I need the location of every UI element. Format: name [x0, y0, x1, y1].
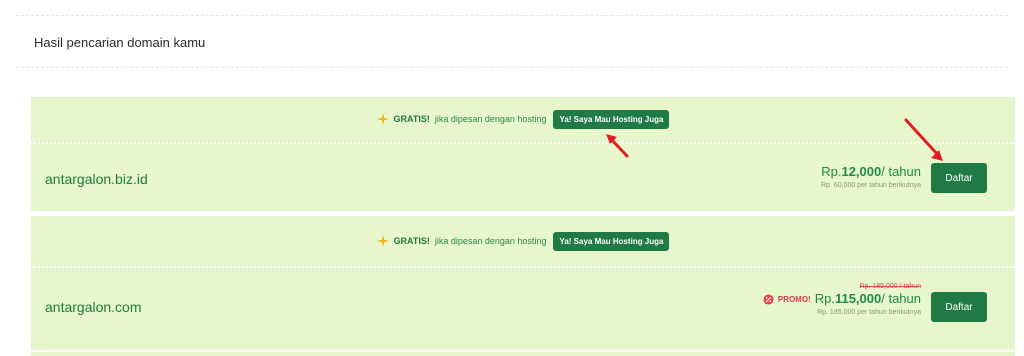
price: PROMO! Rp.115,000/ tahun — [763, 291, 921, 306]
domain-name: antargalon.com — [45, 299, 142, 315]
sparkle-icon — [376, 113, 389, 125]
free-label: GRATIS! — [393, 236, 430, 246]
domain-card — [31, 352, 1015, 356]
price-block: Rp. 185,000 / tahun PROMO! Rp.115,000/ t… — [763, 283, 921, 316]
renewal-price: Rp. 60,000 per tahun berikutnya — [820, 182, 921, 189]
card-divider — [31, 142, 1015, 144]
price: Rp.12,000/ tahun — [821, 164, 921, 179]
results-title: Hasil pencarian domain kamu — [34, 35, 206, 50]
free-text: jika dipesan dengan hosting — [434, 236, 547, 246]
domain-card: GRATIS! jika dipesan dengan hosting Ya! … — [31, 216, 1015, 350]
hosting-promo-bar: GRATIS! jika dipesan dengan hosting Ya! … — [31, 108, 1015, 130]
hosting-promo-bar: GRATIS! jika dipesan dengan hosting Ya! … — [31, 230, 1015, 252]
free-text: jika dipesan dengan hosting — [434, 114, 547, 124]
register-button[interactable]: Daftar — [931, 292, 987, 322]
domain-name: antargalon.biz.id — [45, 171, 148, 187]
promo-badge-icon — [763, 294, 774, 305]
price-block: Rp.12,000/ tahun Rp. 60,000 per tahun be… — [821, 164, 921, 189]
title-divider — [16, 67, 1008, 68]
promo-badge: PROMO! — [763, 294, 811, 305]
top-divider — [16, 15, 1008, 16]
original-price: Rp. 185,000 / tahun — [859, 283, 922, 290]
register-button[interactable]: Daftar — [931, 163, 987, 193]
renewal-price: Rp. 185,000 per tahun berikutnya — [817, 309, 921, 316]
sparkle-icon — [376, 235, 389, 247]
add-hosting-button[interactable]: Ya! Saya Mau Hosting Juga — [553, 109, 670, 129]
card-divider — [31, 266, 1015, 268]
domain-card: GRATIS! jika dipesan dengan hosting Ya! … — [31, 97, 1015, 211]
add-hosting-button[interactable]: Ya! Saya Mau Hosting Juga — [553, 231, 670, 251]
free-label: GRATIS! — [393, 114, 430, 124]
